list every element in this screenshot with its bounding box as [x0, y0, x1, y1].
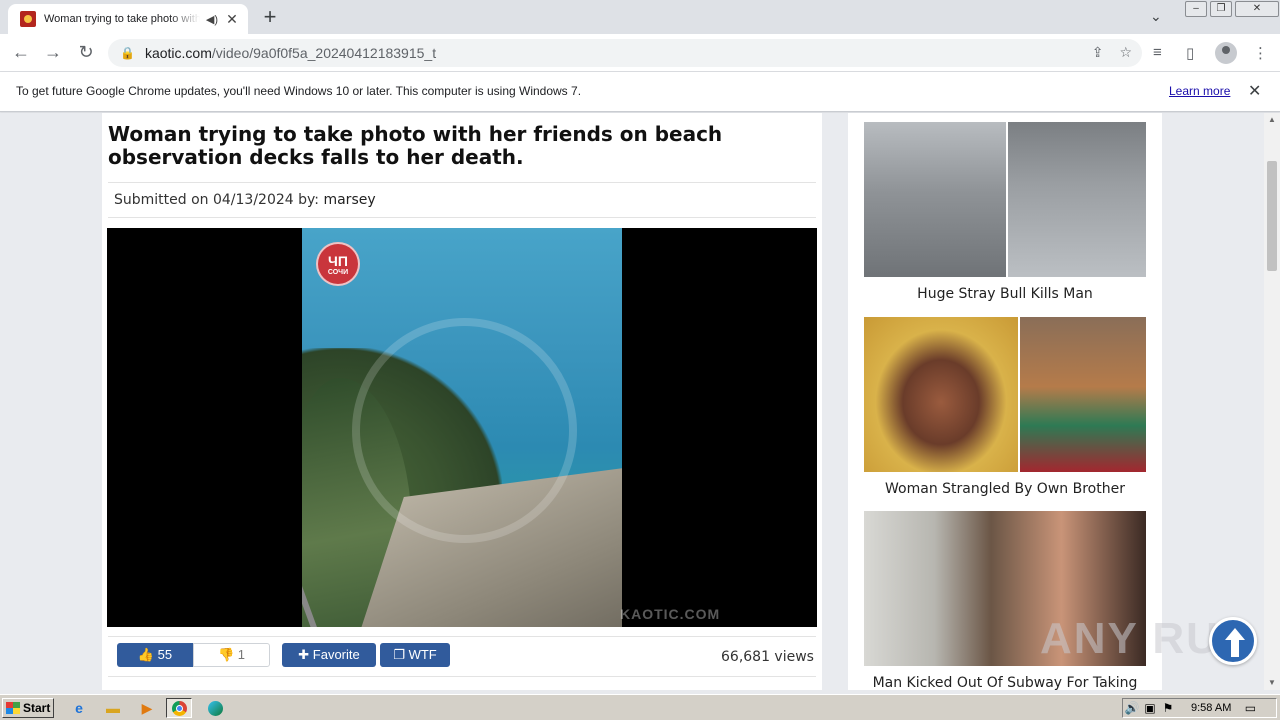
view-count: 66,681 views — [721, 649, 814, 665]
channel-logo-badge: ЧП СОЧИ — [316, 242, 360, 286]
favorite-button[interactable]: ✚ Favorite — [282, 643, 376, 667]
scroll-down-arrow-icon[interactable]: ▼ — [1268, 678, 1276, 687]
lock-icon[interactable]: 🔒 — [120, 46, 135, 60]
start-button[interactable]: Start — [2, 698, 54, 718]
site-favicon-icon — [20, 11, 36, 27]
minimize-button[interactable]: – — [1185, 1, 1207, 17]
video-caption[interactable]: Huge Stray Bull Kills Man — [864, 286, 1146, 302]
update-infobar: To get future Google Chrome updates, you… — [0, 72, 1280, 112]
taskbar-clock[interactable]: 9:58 AM — [1191, 702, 1231, 714]
network-icon[interactable]: ▣ — [1141, 701, 1159, 715]
side-panel-icon[interactable]: ▯ — [1186, 44, 1194, 62]
show-desktop-icon[interactable]: ▭ — [1241, 701, 1259, 715]
bookmark-star-icon[interactable]: ☆ — [1119, 44, 1132, 61]
like-count: 55 — [157, 647, 173, 662]
video-thumbnail[interactable] — [864, 122, 1146, 277]
wtf-button[interactable]: ❐ WTF — [380, 643, 450, 667]
address-bar[interactable]: 🔒 kaotic.com/video/9a0f0f5a_202404121839… — [108, 39, 1142, 67]
video-frame: ЧП СОЧИ — [302, 228, 622, 627]
scroll-to-top-button[interactable] — [1209, 617, 1257, 665]
window-close-button[interactable]: ✕ — [1235, 1, 1279, 17]
plus-icon: ✚ — [298, 647, 310, 662]
tab-search-chevron-icon[interactable]: ⌄ — [1150, 8, 1162, 25]
video-article: Woman trying to take photo with her frie… — [102, 113, 822, 690]
tab-strip: Woman trying to take photo with her frie… — [0, 0, 1280, 34]
submitter-link[interactable]: marsey — [323, 192, 375, 208]
divider — [108, 182, 816, 183]
video-player[interactable]: ЧП СОЧИ KAOTIC.COM — [107, 228, 817, 627]
share-icon[interactable]: ⇪ — [1092, 44, 1104, 61]
square-icon: ❐ — [393, 647, 405, 662]
video-caption[interactable]: Woman Strangled By Own Brother — [864, 481, 1146, 497]
video-actions-bar: 👍 55 👎 1 ✚ Favorite ❐ WTF 66,681 views — [102, 636, 822, 677]
video-thumbnail[interactable] — [864, 317, 1146, 472]
windows-taskbar: Start e ▬ ▶ 🔊 ▣ ⚑ 9:58 AM ▭ — [0, 694, 1280, 720]
profile-avatar-icon[interactable] — [1215, 42, 1237, 64]
system-tray: 🔊 ▣ ⚑ 9:58 AM ▭ — [1122, 698, 1277, 718]
infobar-message: To get future Google Chrome updates, you… — [16, 84, 582, 98]
submitted-date: Submitted on 04/13/2024 by: — [114, 192, 320, 208]
restore-button[interactable]: ❐ — [1210, 1, 1232, 17]
media-player-icon[interactable]: ▶ — [134, 698, 160, 718]
related-videos-sidebar: Huge Stray Bull Kills Man Woman Strangle… — [848, 113, 1162, 690]
scrollbar-thumb[interactable] — [1267, 161, 1277, 271]
forward-arrow-icon[interactable]: → — [42, 42, 64, 64]
related-video-card[interactable]: Woman Strangled By Own Brother — [864, 317, 1146, 497]
video-caption[interactable]: Man Kicked Out Of Subway For Taking — [864, 675, 1146, 690]
page-scrollbar[interactable]: ▲ ▼ — [1264, 113, 1280, 690]
media-control-icon[interactable]: ≡ — [1153, 44, 1162, 61]
menu-kebab-icon[interactable]: ⋮ — [1253, 44, 1268, 62]
dislike-button[interactable]: 👎 1 — [193, 643, 270, 667]
divider — [108, 676, 816, 677]
internet-explorer-icon[interactable]: e — [66, 698, 92, 718]
thumbs-up-icon: 👍 — [137, 647, 155, 662]
window-controls: – ❐ ✕ — [1182, 1, 1279, 17]
infobar-close-icon[interactable]: ✕ — [1248, 81, 1261, 101]
related-video-card[interactable]: Huge Stray Bull Kills Man — [864, 122, 1146, 302]
action-center-flag-icon[interactable]: ⚑ — [1159, 701, 1177, 715]
speaker-icon[interactable]: ◀) — [206, 13, 218, 26]
thumbs-down-icon: 👎 — [217, 647, 235, 662]
reload-icon[interactable]: ↻ — [75, 42, 97, 64]
file-explorer-icon[interactable]: ▬ — [100, 698, 126, 718]
video-watermark: KAOTIC.COM — [620, 606, 721, 622]
url-text[interactable]: kaotic.com/video/9a0f0f5a_20240412183915… — [145, 45, 436, 61]
divider — [108, 636, 816, 637]
back-arrow-icon[interactable]: ← — [10, 42, 32, 64]
tab-title: Woman trying to take photo with her frie… — [44, 13, 200, 25]
browser-toolbar: ← → ↻ 🔒 kaotic.com/video/9a0f0f5a_202404… — [0, 34, 1280, 72]
scroll-up-arrow-icon[interactable]: ▲ — [1268, 115, 1276, 124]
learn-more-link[interactable]: Learn more — [1169, 84, 1230, 98]
chrome-icon[interactable] — [166, 698, 192, 718]
like-button[interactable]: 👍 55 — [117, 643, 193, 667]
edge-icon[interactable] — [202, 698, 228, 718]
page-viewport: Woman trying to take photo with her frie… — [0, 113, 1264, 690]
browser-tab-active[interactable]: Woman trying to take photo with her frie… — [8, 4, 248, 34]
divider — [108, 217, 816, 218]
volume-icon[interactable]: 🔊 — [1123, 701, 1141, 715]
page-title: Woman trying to take photo with her frie… — [108, 122, 723, 169]
tab-close-icon[interactable]: ✕ — [224, 11, 240, 28]
dislike-count: 1 — [237, 647, 246, 662]
channel-watermark-circle — [352, 318, 577, 543]
submission-info: Submitted on 04/13/2024 by: marsey — [114, 192, 376, 208]
windows-logo-icon — [6, 702, 20, 714]
new-tab-button[interactable]: + — [258, 6, 282, 30]
